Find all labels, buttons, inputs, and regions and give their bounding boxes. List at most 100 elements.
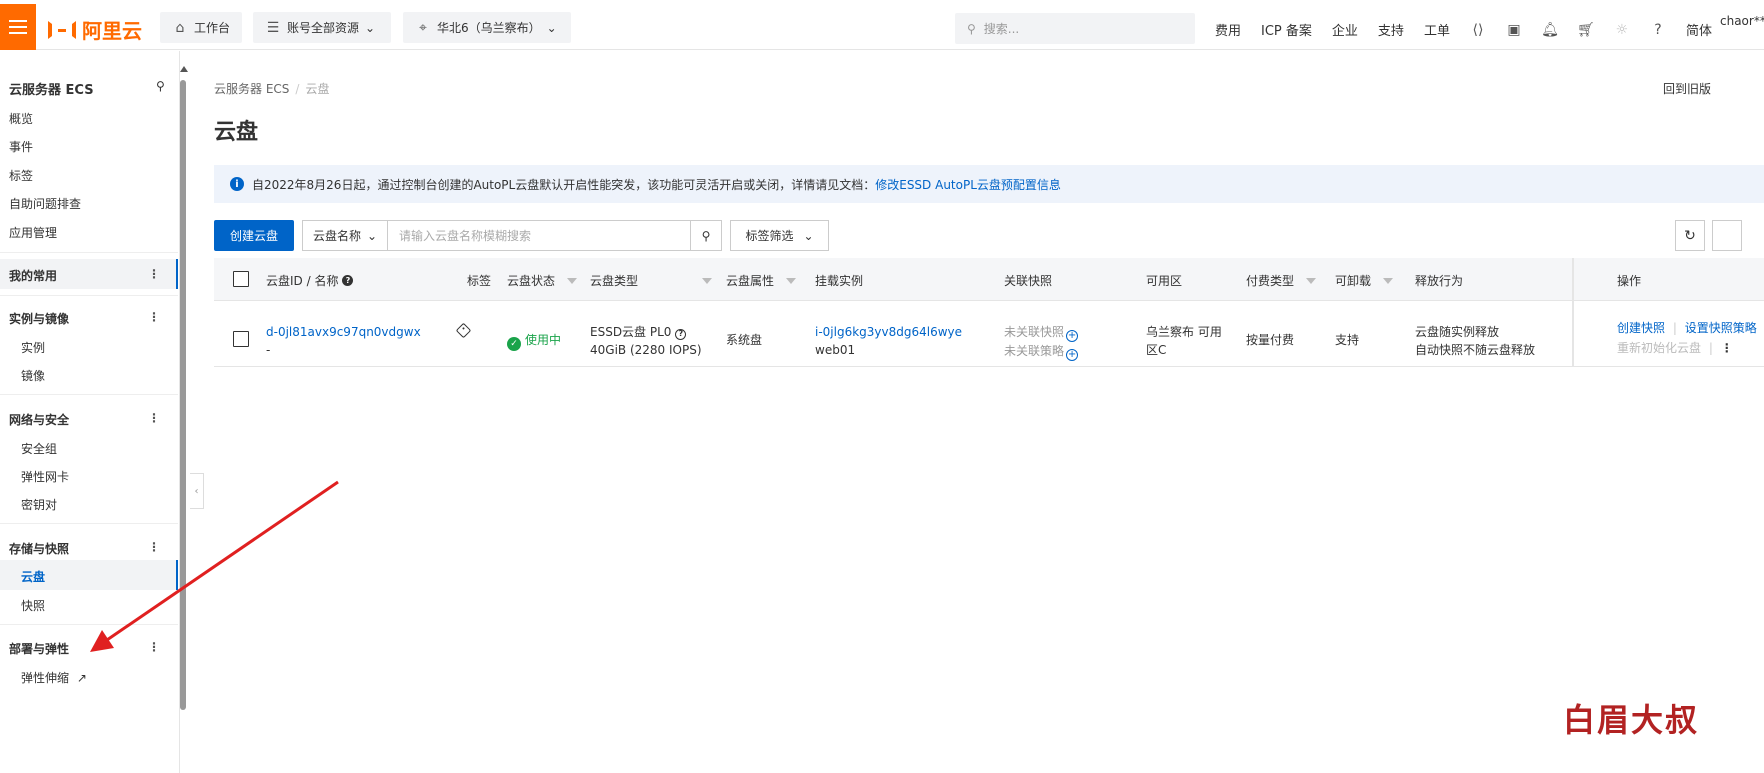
aliyun-logo[interactable]: 阿里云: [48, 15, 142, 44]
sidebar-item-events[interactable]: 事件: [9, 138, 33, 155]
divider: [0, 252, 178, 253]
filter-field-select[interactable]: 云盘名称 ⌄: [302, 220, 388, 251]
breadcrumb-parent[interactable]: 云服务器 ECS: [214, 82, 289, 96]
search-placeholder: 搜索...: [983, 22, 1020, 36]
more-icon[interactable]: ⋮: [148, 411, 160, 425]
sidebar-group-favorites[interactable]: 我的常用: [9, 267, 57, 284]
col-attribute: 云盘属性: [726, 272, 797, 289]
sidebar-item-instances[interactable]: 实例: [21, 339, 45, 356]
sidebar-group-storage[interactable]: 存储与快照: [9, 540, 69, 557]
sidebar-item-images[interactable]: 镜像: [21, 367, 45, 384]
tag-icon[interactable]: [455, 322, 472, 339]
account-resources-dropdown[interactable]: ☰ 账号全部资源 ⌄: [253, 12, 391, 43]
sidebar-item-snapshots[interactable]: 快照: [21, 597, 45, 614]
link-icp[interactable]: ICP 备案: [1261, 20, 1312, 39]
home-icon: ⌂: [175, 19, 185, 36]
create-snapshot-link[interactable]: 创建快照: [1617, 321, 1665, 335]
reinit-disk-link[interactable]: 重新初始化云盘: [1617, 341, 1701, 355]
disk-id-link[interactable]: d-0jl81avx9c97qn0vdgwx: [266, 323, 421, 341]
terminal-icon[interactable]: ▣: [1506, 22, 1522, 38]
region-dropdown[interactable]: ⌖ 华北6（乌兰察布） ⌄: [403, 12, 571, 43]
back-to-old-version-link[interactable]: 回到旧版: [1663, 80, 1711, 97]
sidebar-group-network[interactable]: 网络与安全: [9, 411, 69, 428]
add-snapshot-icon[interactable]: +: [1066, 330, 1079, 342]
code-icon[interactable]: ⟨⟩: [1470, 22, 1486, 38]
sidebar-item-security-groups[interactable]: 安全组: [21, 440, 57, 457]
lightbulb-icon[interactable]: ☼: [1614, 22, 1630, 38]
table-row: d-0jl81avx9c97qn0vdgwx - ✓ 使用中 ESSD云盘 PL0…: [214, 301, 1764, 367]
sidebar-item-app-management[interactable]: 应用管理: [9, 224, 57, 241]
more-icon[interactable]: ⋮: [148, 540, 160, 554]
menu-icon[interactable]: [0, 4, 36, 50]
chevron-down-icon: ⌄: [366, 228, 378, 243]
tag-filter-dropdown[interactable]: 标签筛选 ⌄: [730, 220, 829, 251]
chevron-down-icon: ⌄: [803, 228, 814, 243]
cart-icon[interactable]: 🛒︎: [1577, 22, 1595, 38]
notice-text: 自2022年8月26日起，通过控制台创建的AutoPL云盘默认开启性能突发，该功…: [252, 177, 876, 192]
col-snapshot: 关联快照: [1004, 274, 1053, 288]
instance-id-link[interactable]: i-0jlg6kg3yv8dg64l6wye: [815, 323, 962, 341]
sidebar-item-keypairs[interactable]: 密钥对: [21, 496, 57, 513]
filter-icon[interactable]: [1383, 277, 1394, 284]
select-all-checkbox[interactable]: [233, 271, 249, 287]
refresh-icon: ↻: [1684, 227, 1696, 244]
sidebar-item-autoscaling[interactable]: 弹性伸缩 ↗: [21, 669, 87, 686]
chevron-down-icon: ⌄: [365, 20, 376, 35]
help-icon[interactable]: ?: [1650, 22, 1666, 38]
more-icon[interactable]: ⋮: [148, 640, 160, 654]
col-billing: 付费类型: [1246, 272, 1317, 289]
create-disk-button[interactable]: 创建云盘: [214, 220, 294, 251]
sidebar-item-disks[interactable]: 云盘: [21, 568, 45, 585]
filter-icon[interactable]: [567, 277, 578, 284]
cell-billing: 按量付费: [1246, 333, 1295, 347]
filter-icon[interactable]: [786, 277, 797, 284]
link-support[interactable]: 支持: [1378, 20, 1404, 39]
check-circle-icon: ✓: [507, 337, 521, 351]
notice-link[interactable]: 修改ESSD AutoPL云盘预配置信息: [875, 176, 1061, 193]
more-icon[interactable]: ⋮: [148, 267, 160, 281]
row-checkbox[interactable]: [233, 331, 249, 347]
cell-attribute: 系统盘: [726, 333, 763, 347]
col-release: 释放行为: [1415, 274, 1464, 288]
export-button[interactable]: [1712, 220, 1742, 251]
col-type: 云盘类型: [590, 272, 713, 289]
col-tags: 标签: [467, 274, 492, 288]
refresh-button[interactable]: ↻: [1675, 220, 1705, 251]
disk-capacity: 40GiB (2280 IOPS): [590, 343, 702, 357]
sidebar-group-deployment[interactable]: 部署与弹性: [9, 640, 69, 657]
search-icon[interactable]: ⚲: [156, 79, 165, 93]
bell-icon[interactable]: 🔔︎: [1541, 22, 1559, 38]
link-ticket[interactable]: 工单: [1424, 20, 1450, 39]
filter-icon[interactable]: [1306, 277, 1317, 284]
sidebar-item-eni[interactable]: 弹性网卡: [21, 468, 69, 485]
cell-type: ESSD云盘 PL0 ? 40GiB (2280 IOPS): [590, 323, 702, 359]
logo-text: 阿里云: [82, 19, 142, 43]
sidebar: 云服务器 ECS ⚲ 概览 事件 标签 自助问题排查 应用管理 我的常用 ⋮ 实…: [0, 51, 180, 773]
more-icon[interactable]: ⋮: [148, 310, 160, 324]
help-icon[interactable]: ?: [675, 328, 687, 340]
workbench-button[interactable]: ⌂ 工作台: [160, 12, 243, 43]
link-billing[interactable]: 费用: [1215, 20, 1241, 39]
set-snapshot-policy-link[interactable]: 设置快照策略: [1685, 321, 1757, 335]
collapse-sidebar-button[interactable]: ‹: [190, 473, 204, 509]
search-button[interactable]: ⚲: [690, 220, 722, 251]
help-icon[interactable]: ?: [342, 275, 354, 286]
filter-search-input[interactable]: 请输入云盘名称模糊搜索: [387, 220, 691, 251]
annotation-arrow: [90, 480, 339, 652]
more-actions-icon[interactable]: ⋮: [1721, 341, 1733, 355]
status-badge: 使用中: [525, 333, 562, 347]
language-switch[interactable]: 简体: [1686, 20, 1712, 39]
link-enterprise[interactable]: 企业: [1332, 20, 1358, 39]
sidebar-item-overview[interactable]: 概览: [9, 110, 33, 127]
user-account[interactable]: chaor***: [1720, 14, 1764, 28]
divider: [0, 624, 178, 625]
scroll-up-icon[interactable]: [180, 66, 188, 72]
global-search-input[interactable]: ⚲ 搜索...: [955, 13, 1195, 44]
filter-icon[interactable]: [702, 277, 713, 284]
sidebar-item-tags[interactable]: 标签: [9, 167, 33, 184]
sidebar-scrollbar[interactable]: [180, 80, 186, 710]
sidebar-group-instances[interactable]: 实例与镜像: [9, 310, 69, 327]
add-policy-icon[interactable]: +: [1066, 349, 1079, 361]
sidebar-item-troubleshoot[interactable]: 自助问题排查: [9, 195, 81, 212]
cell-snapshot: 未关联快照 + 未关联策略 +: [1004, 323, 1079, 361]
